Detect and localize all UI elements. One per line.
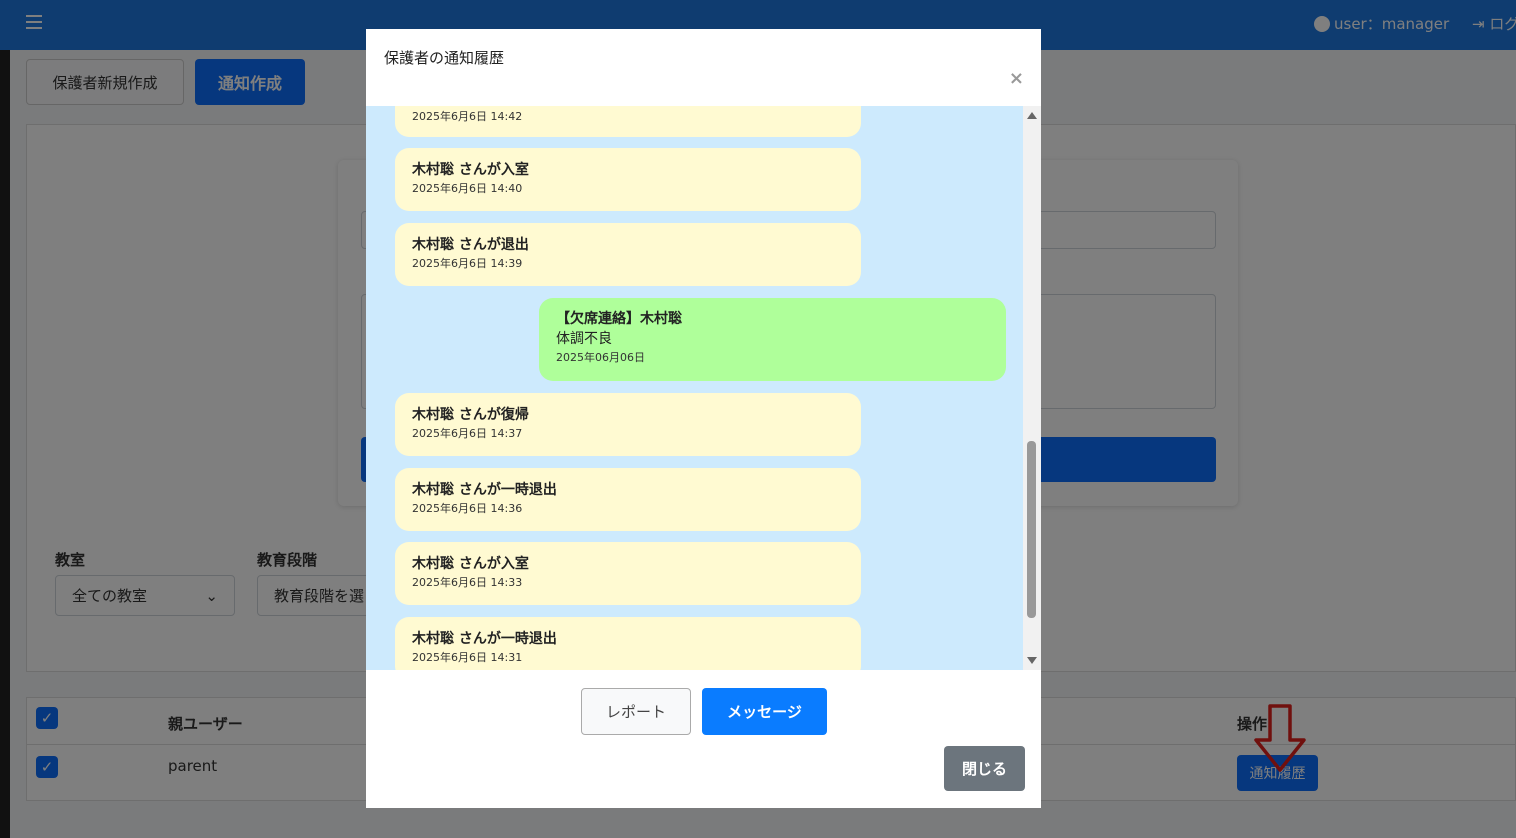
notification-history-modal: 保護者の通知履歴 × 2025年6月6日 14:42 木村聡 さんが入室 202… — [366, 29, 1041, 808]
message-item: 木村聡 さんが退出 2025年6月6日 14:39 — [395, 223, 861, 286]
message-item: 2025年6月6日 14:42 — [395, 106, 861, 137]
message-item: 木村聡 さんが入室 2025年6月6日 14:40 — [395, 148, 861, 211]
message-item: 木村聡 さんが入室 2025年6月6日 14:33 — [395, 542, 861, 605]
message-item: 木村聡 さんが一時退出 2025年6月6日 14:31 — [395, 617, 861, 670]
message-time: 2025年6月6日 14:37 — [412, 427, 523, 440]
close-icon[interactable]: × — [1009, 68, 1024, 89]
message-time: 2025年06月06日 — [556, 351, 645, 364]
message-title: 木村聡 さんが退出 — [412, 237, 529, 253]
message-time: 2025年6月6日 14:40 — [412, 182, 523, 195]
message-title: 木村聡 さんが一時退出 — [412, 482, 557, 498]
message-item: 木村聡 さんが一時退出 2025年6月6日 14:36 — [395, 468, 861, 531]
chat-scrollbar[interactable] — [1023, 106, 1041, 670]
close-button[interactable]: 閉じる — [944, 746, 1025, 791]
message-body: 体調不良 — [556, 331, 612, 347]
message-title: 木村聡 さんが入室 — [412, 162, 529, 178]
message-time: 2025年6月6日 14:42 — [412, 110, 523, 123]
modal-title: 保護者の通知履歴 — [384, 49, 505, 67]
message-title: 木村聡 さんが復帰 — [412, 407, 529, 423]
message-time: 2025年6月6日 14:33 — [412, 576, 523, 589]
scroll-up-icon[interactable] — [1027, 112, 1037, 119]
report-button[interactable]: レポート — [581, 688, 691, 735]
scroll-thumb[interactable] — [1027, 441, 1036, 618]
message-time: 2025年6月6日 14:31 — [412, 651, 523, 664]
message-time: 2025年6月6日 14:39 — [412, 257, 523, 270]
absence-message-item: 【欠席連絡】木村聡 体調不良 2025年06月06日 — [539, 298, 1006, 381]
message-button[interactable]: メッセージ — [702, 688, 827, 735]
message-title: 【欠席連絡】木村聡 — [556, 311, 682, 327]
message-time: 2025年6月6日 14:36 — [412, 502, 523, 515]
scroll-down-icon[interactable] — [1027, 657, 1037, 664]
message-item: 木村聡 さんが復帰 2025年6月6日 14:37 — [395, 393, 861, 456]
message-history-list[interactable]: 2025年6月6日 14:42 木村聡 さんが入室 2025年6月6日 14:4… — [366, 106, 1041, 670]
message-title: 木村聡 さんが一時退出 — [412, 631, 557, 647]
message-title: 木村聡 さんが入室 — [412, 556, 529, 572]
